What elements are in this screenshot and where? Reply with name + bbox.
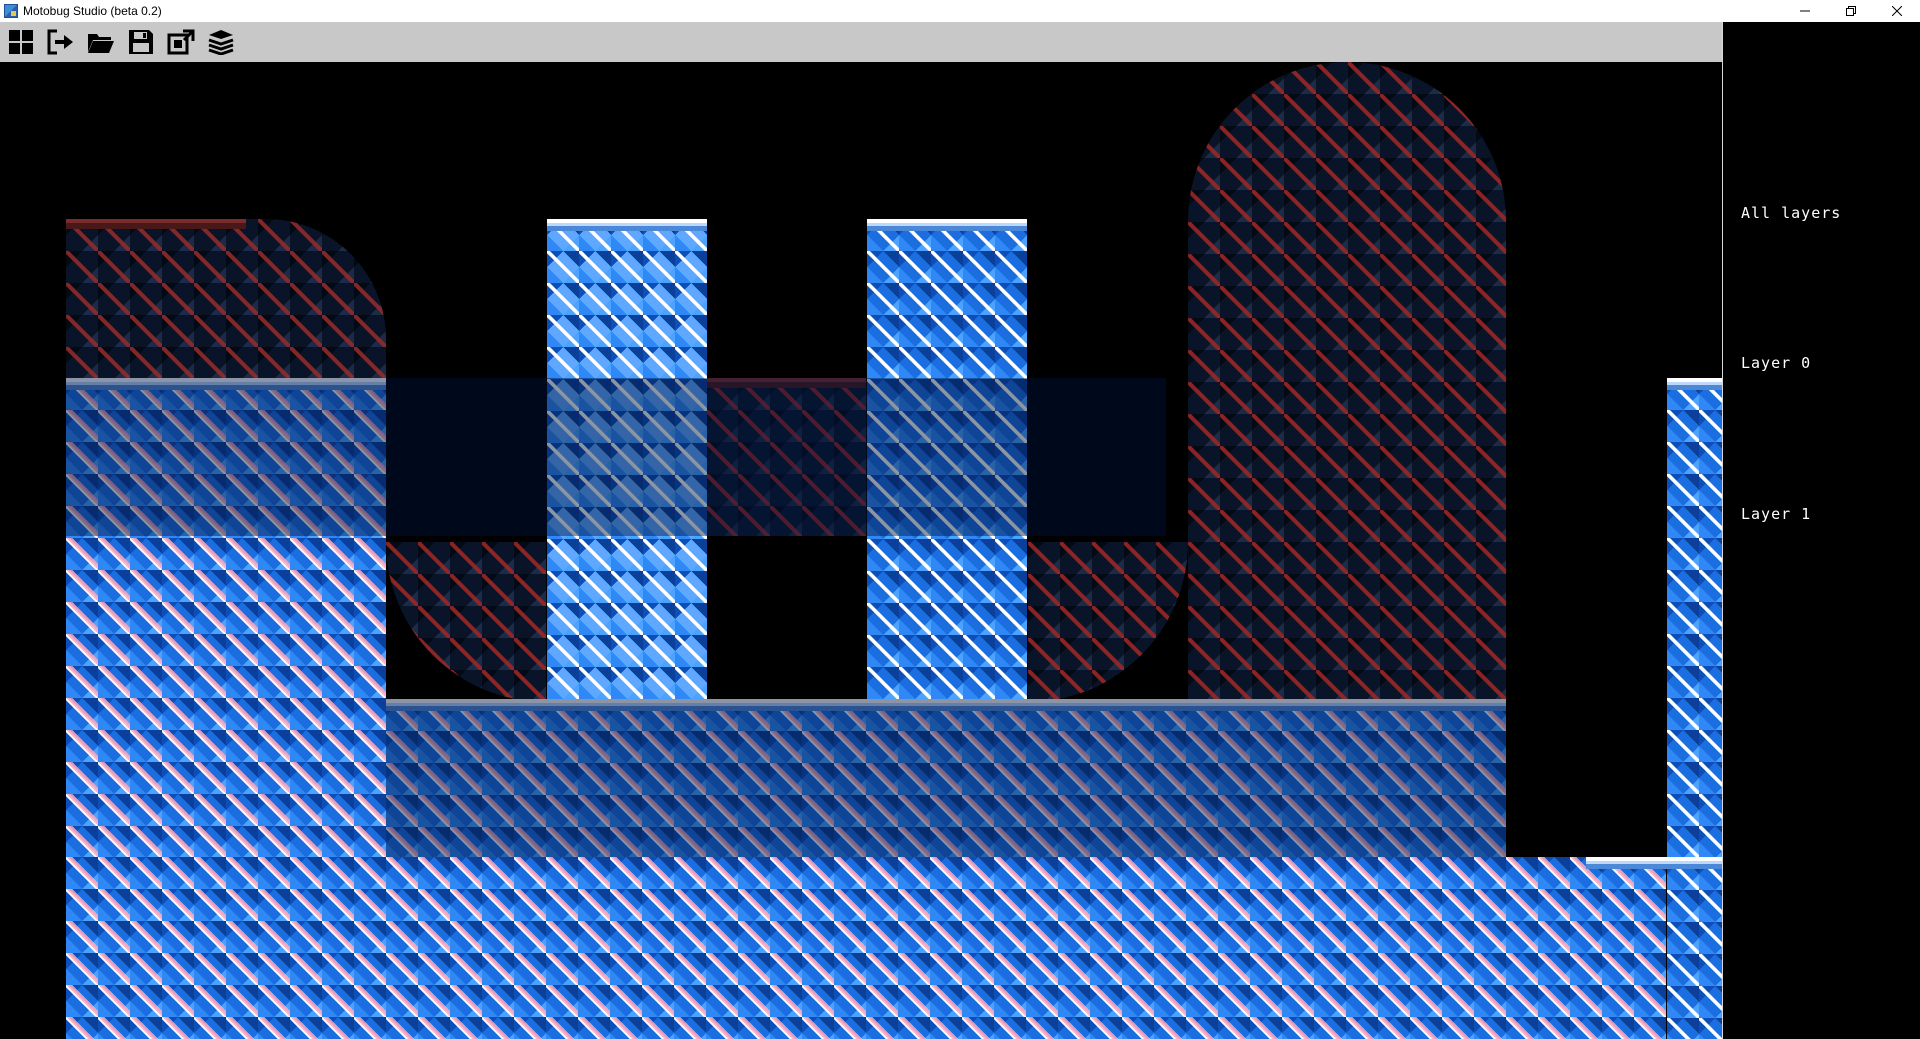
layer0-overlay-band-2 (386, 699, 1506, 857)
layers-icon (208, 30, 234, 55)
layer0-overlay-band-1 (66, 378, 1166, 536)
toolbar (0, 22, 1722, 62)
toolbar-filler (1723, 22, 1920, 62)
close-button[interactable] (1874, 0, 1920, 22)
level-canvas[interactable] (0, 62, 1722, 1039)
tileset-grid-button[interactable] (6, 27, 36, 57)
open-button[interactable] (86, 27, 116, 57)
layers-button[interactable] (206, 27, 236, 57)
maximize-button[interactable] (1828, 0, 1874, 22)
layer0-right-wall-cap (1667, 378, 1722, 390)
close-icon (1892, 6, 1902, 16)
layer-0-tiles (0, 62, 1722, 1039)
minimize-button[interactable] (1782, 0, 1828, 22)
layer0-slope-cap (1586, 857, 1722, 869)
layer-panel: All layers Layer 0 Layer 1 (1723, 62, 1920, 1039)
layer0-pillar-2-cap (867, 219, 1027, 231)
layer0-bottom-band (66, 857, 1506, 1039)
title-bar: Motobug Studio (beta 0.2) (0, 0, 1920, 22)
layer-item-1[interactable]: Layer 1 (1741, 505, 1811, 523)
app-icon (4, 4, 18, 18)
layer-item-all[interactable]: All layers (1741, 204, 1841, 222)
restore-icon (1846, 6, 1856, 16)
export-icon (167, 29, 195, 55)
window-title: Motobug Studio (beta 0.2) (23, 4, 162, 18)
layer0-pillar-1-cap (547, 219, 707, 231)
minimize-icon (1800, 10, 1810, 12)
exit-button[interactable] (46, 27, 76, 57)
exit-icon (47, 29, 73, 55)
layer0-right-wall (1667, 378, 1722, 1039)
layer-item-0[interactable]: Layer 0 (1741, 354, 1811, 372)
folder-open-icon (88, 34, 114, 53)
layer0-slope (1506, 857, 1666, 1039)
save-icon (129, 30, 153, 54)
grid-icon (9, 30, 33, 54)
save-button[interactable] (126, 27, 156, 57)
export-button[interactable] (166, 27, 196, 57)
